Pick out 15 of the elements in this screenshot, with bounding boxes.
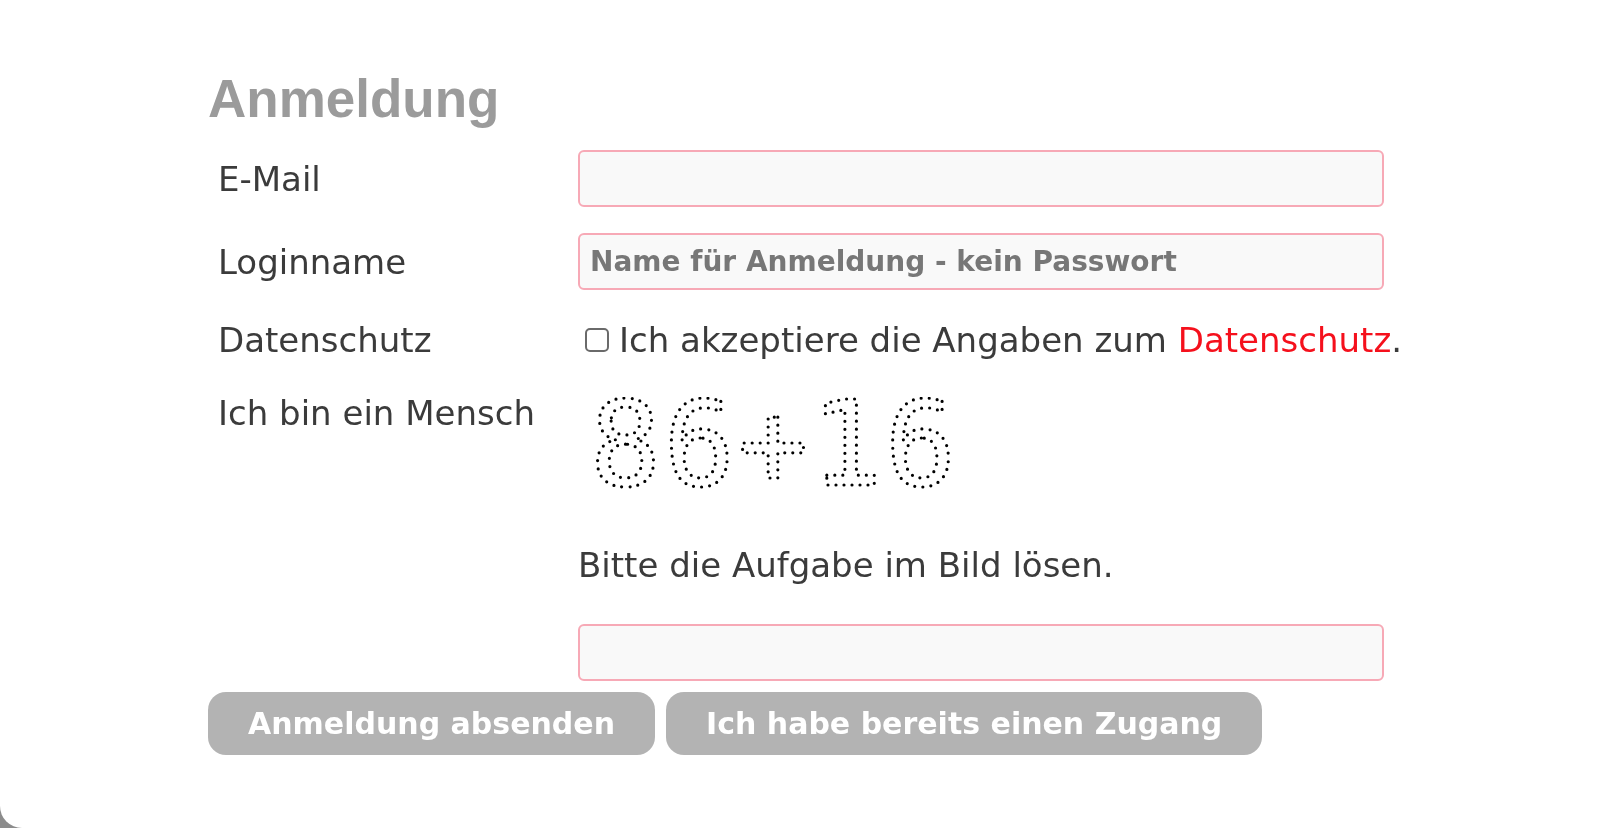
answer-field[interactable] bbox=[578, 624, 1384, 681]
form-button[interactable]: Anmeldung absenden bbox=[208, 692, 656, 755]
field-label: Loginname bbox=[218, 240, 408, 284]
field-label: Datenschutz bbox=[218, 319, 433, 362]
form-title: Anmeldung bbox=[208, 68, 500, 130]
form-button[interactable]: Ich habe bereits einen Zugang bbox=[666, 692, 1263, 755]
input-field[interactable]: Name für Anmeldung - kein Passwort bbox=[578, 233, 1384, 290]
input-field[interactable] bbox=[578, 150, 1384, 207]
field-label: E-Mail bbox=[218, 157, 322, 201]
field-label: Ich bin ein Mensch bbox=[218, 392, 536, 435]
consent-text: Ich akzeptiere die Angaben zum Datenschutz. bbox=[619, 319, 1403, 362]
captcha-hint: Bitte die Aufgabe im Bild lösen. bbox=[578, 544, 1114, 587]
privacy-link[interactable]: Datenschutz bbox=[1177, 320, 1392, 360]
captcha-code: 86+16 bbox=[590, 397, 956, 489]
consent-checkbox[interactable] bbox=[585, 328, 609, 352]
